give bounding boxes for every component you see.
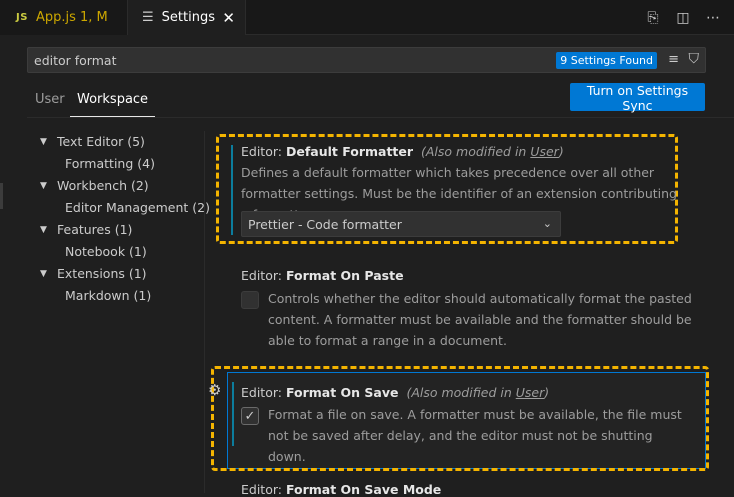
tab-workspace[interactable]: Workspace	[70, 92, 156, 117]
editor-actions: ⎘ ◫ ⋯	[644, 0, 734, 35]
toc-item-workbench[interactable]: Workbench (2)	[57, 178, 149, 193]
gear-icon[interactable]: ⚙	[208, 381, 221, 399]
check-icon: ✓	[244, 408, 256, 424]
search-input[interactable]	[34, 48, 554, 72]
more-actions-icon[interactable]: ⋯	[704, 10, 722, 26]
setting-title-default-formatter: Editor: Default Formatter (Also modified…	[241, 144, 564, 159]
user-link[interactable]: User	[516, 385, 545, 400]
toc-item-editor-management[interactable]: Editor Management (2)	[65, 200, 210, 215]
default-formatter-select[interactable]: Prettier - Code formatter ⌄	[241, 211, 561, 237]
modified-indicator	[231, 145, 233, 235]
results-count-badge: 9 Settings Found	[556, 52, 657, 69]
close-icon[interactable]: ✕	[222, 9, 235, 27]
setting-title-format-on-paste: Editor: Format On Paste	[241, 268, 404, 283]
toc-item-notebook[interactable]: Notebook (1)	[65, 244, 147, 259]
setting-description: Controls whether the editor should autom…	[268, 291, 692, 348]
chevron-down-icon[interactable]: ▼	[40, 225, 47, 235]
also-modified-note: (Also modified in User)	[421, 144, 564, 159]
setting-title-format-on-save: Editor: Format On Save (Also modified in…	[241, 385, 550, 400]
toc-item-features[interactable]: Features (1)	[57, 222, 132, 237]
toc-item-text-editor[interactable]: Text Editor (5)	[57, 134, 145, 149]
toc-item-extensions[interactable]: Extensions (1)	[57, 266, 147, 281]
toc-item-markdown[interactable]: Markdown (1)	[65, 288, 151, 303]
settings-search: 9 Settings Found ≡ ⛉	[27, 47, 706, 73]
javascript-file-icon: JS	[16, 12, 28, 23]
tab-label: App.js 1, M	[35, 10, 108, 25]
divider	[27, 117, 734, 118]
chevron-down-icon[interactable]: ▼	[40, 181, 47, 191]
toc-separator	[204, 131, 205, 493]
modified-indicator	[232, 382, 234, 446]
format-on-save-checkbox[interactable]: ✓	[241, 407, 259, 425]
tab-label: Settings	[161, 10, 215, 25]
split-editor-icon[interactable]: ◫	[674, 10, 692, 26]
setting-title-format-on-save-mode: Editor: Format On Save Mode	[241, 482, 442, 497]
turn-on-settings-sync-button[interactable]: Turn on Settings Sync	[570, 83, 705, 113]
tab-app-js[interactable]: JS App.js 1, M	[0, 0, 128, 35]
chevron-down-icon[interactable]: ▼	[40, 269, 47, 279]
activity-marker	[0, 183, 3, 209]
settings-list-icon: ☰	[142, 10, 154, 25]
user-link[interactable]: User	[530, 144, 559, 159]
chevron-down-icon: ⌄	[542, 217, 552, 230]
also-modified-note: (Also modified in User)	[406, 385, 550, 400]
tab-user[interactable]: User	[35, 92, 65, 116]
chevron-down-icon[interactable]: ▼	[40, 137, 47, 147]
clear-filter-icon[interactable]: ≡	[668, 52, 679, 67]
select-value: Prettier - Code formatter	[248, 216, 402, 232]
setting-description: Format a file on save. A formatter must …	[268, 407, 682, 464]
open-settings-json-icon[interactable]: ⎘	[644, 10, 662, 26]
filter-icon[interactable]: ⛉	[689, 51, 700, 67]
toc-item-formatting[interactable]: Formatting (4)	[65, 156, 155, 171]
format-on-paste-checkbox[interactable]	[241, 291, 259, 309]
tab-settings[interactable]: ☰ Settings ✕	[128, 0, 246, 36]
